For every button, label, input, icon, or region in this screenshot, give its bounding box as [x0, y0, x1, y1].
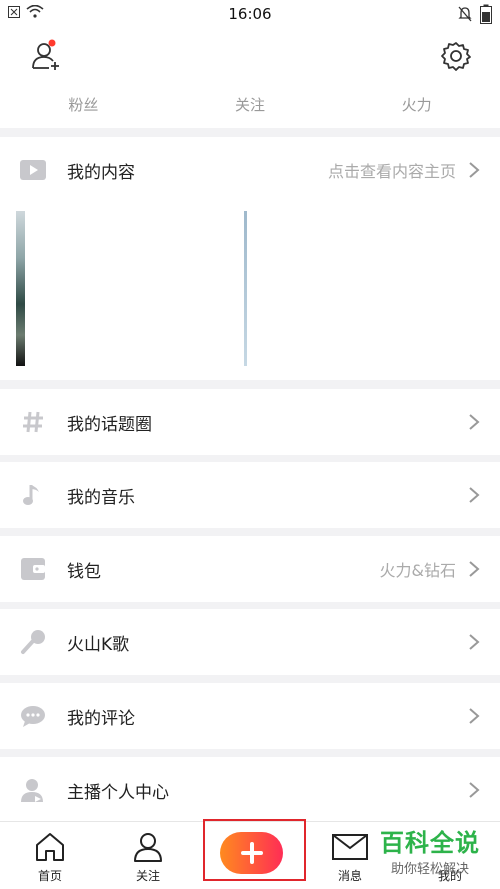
create-highlight-box [203, 819, 306, 881]
mute-bell-icon [458, 6, 472, 22]
add-friend-icon[interactable] [28, 38, 64, 74]
menu-item-topic-circle[interactable]: 我的话题圈 [0, 389, 500, 455]
chevron-right-icon [469, 162, 480, 178]
top-bar [0, 28, 500, 84]
status-time: 16:06 [228, 5, 272, 23]
music-note-icon [20, 482, 46, 508]
menu-item-label: 我的评论 [67, 708, 135, 729]
content-thumbnail[interactable] [244, 211, 247, 366]
profile-page: 16:06 粉丝 关注 火力 我的内容 点击查看内容主页 我的话题圈 我的音乐 … [0, 0, 500, 889]
menu-item-label: 钱包 [67, 561, 101, 582]
chevron-right-icon [469, 708, 480, 724]
my-content-sub: 点击查看内容主页 [327, 162, 456, 181]
content-thumbnails [0, 203, 500, 366]
stat-fans[interactable]: 粉丝 [0, 84, 167, 128]
settings-gear-icon[interactable] [440, 40, 472, 72]
stat-following[interactable]: 关注 [167, 84, 334, 128]
watermark-logo: 百科全说 助你轻松解决 [374, 823, 486, 877]
menu-item-wallet[interactable]: 钱包 火力&钻石 [0, 536, 500, 602]
chevron-right-icon [469, 782, 480, 798]
hash-icon [20, 409, 46, 435]
tab-home[interactable]: 首页 [0, 822, 100, 889]
tab-follow-label: 关注 [135, 869, 160, 883]
create-button[interactable] [220, 832, 283, 874]
menu-item-anchor-center[interactable]: 主播个人中心 [0, 757, 500, 823]
comment-icon [20, 703, 46, 729]
video-play-icon [20, 157, 46, 183]
envelope-icon [332, 834, 368, 860]
menu-item-label: 火山K歌 [67, 634, 130, 655]
stat-firepower[interactable]: 火力 [333, 84, 500, 128]
status-right [458, 4, 492, 24]
menu-item-label: 我的话题圈 [67, 414, 152, 435]
my-content-row[interactable]: 我的内容 点击查看内容主页 [0, 137, 500, 203]
watermark-subtitle: 助你轻松解决 [390, 862, 469, 877]
tab-home-label: 首页 [37, 869, 62, 883]
chevron-right-icon [469, 414, 480, 430]
microphone-icon [20, 629, 46, 655]
chevron-right-icon [469, 561, 480, 577]
menu-item-my-music[interactable]: 我的音乐 [0, 462, 500, 528]
plus-icon [240, 842, 263, 864]
watermark-title: 百科全说 [380, 829, 480, 857]
chevron-right-icon [469, 487, 480, 503]
status-bar: 16:06 [0, 0, 500, 28]
status-left [8, 5, 44, 18]
content-thumbnail[interactable] [16, 211, 25, 366]
my-content-card: 我的内容 点击查看内容主页 [0, 137, 500, 380]
chevron-right-icon [469, 634, 480, 650]
home-icon [36, 833, 64, 861]
profile-stats: 粉丝 关注 火力 [0, 84, 500, 128]
wifi-icon [26, 5, 44, 18]
menu-item-my-comments[interactable]: 我的评论 [0, 683, 500, 749]
my-content-label: 我的内容 [67, 162, 135, 183]
wallet-sub: 火力&钻石 [379, 561, 456, 580]
menu-item-label: 我的音乐 [67, 487, 135, 508]
wallet-icon [20, 556, 46, 582]
anchor-user-icon [20, 777, 46, 803]
tab-follow[interactable]: 关注 [98, 822, 198, 889]
notification-icon [8, 5, 20, 18]
follow-icon [134, 833, 162, 862]
menu-item-karaoke[interactable]: 火山K歌 [0, 609, 500, 675]
menu-item-label: 主播个人中心 [67, 782, 169, 803]
battery-icon [480, 4, 492, 24]
